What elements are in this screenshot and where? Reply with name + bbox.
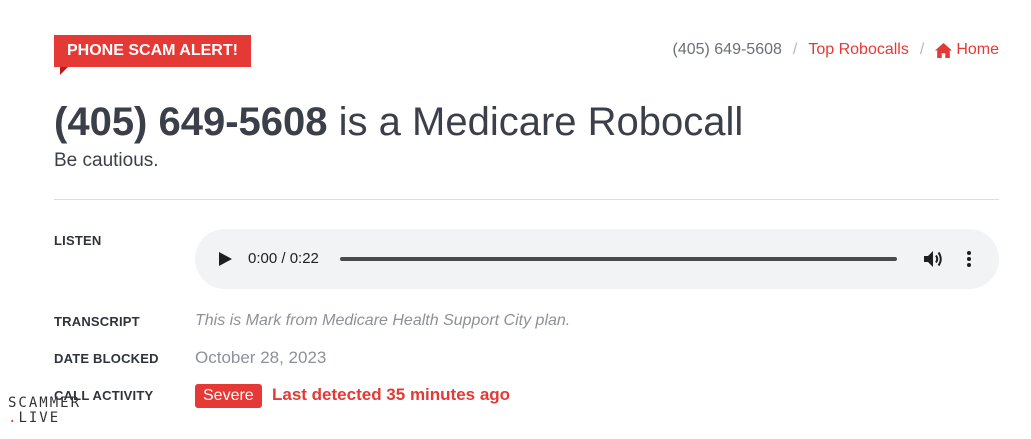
severity-badge: Severe <box>195 384 262 408</box>
breadcrumb-current: (405) 649-5608 <box>672 41 782 58</box>
last-detected-text: Last detected 35 minutes ago <box>272 385 511 404</box>
audio-player: 0:00 / 0:22 <box>195 229 999 289</box>
page-title: (405) 649-5608 is a Medicare Robocall <box>54 96 743 148</box>
home-icon <box>935 42 953 58</box>
breadcrumb-separator: / <box>919 41 925 58</box>
more-vert-icon[interactable] <box>966 250 972 268</box>
transcript-text: This is Mark from Medicare Health Suppor… <box>195 312 571 329</box>
breadcrumb-separator: / <box>792 41 798 58</box>
date-blocked-label: DATE BLOCKED <box>54 351 159 366</box>
page-subtitle: Be cautious. <box>54 150 159 171</box>
audio-time: 0:00 / 0:22 <box>248 250 319 267</box>
scam-alert-badge: PHONE SCAM ALERT! <box>54 35 251 67</box>
breadcrumb: (405) 649-5608 / Top Robocalls / Home <box>672 41 999 59</box>
scam-alert-label: PHONE SCAM ALERT! <box>67 42 238 59</box>
breadcrumb-home-label: Home <box>956 41 999 58</box>
transcript-label: TRANSCRIPT <box>54 314 140 329</box>
breadcrumb-home-link[interactable]: Home <box>935 41 999 59</box>
scammer-live-logo: SCAMMER .LIVE <box>8 396 81 426</box>
breadcrumb-top-robocalls-link[interactable]: Top Robocalls <box>808 41 909 59</box>
divider <box>54 199 999 200</box>
logo-line-2: LIVE <box>18 410 61 426</box>
play-icon[interactable] <box>219 252 232 266</box>
volume-icon[interactable] <box>924 250 944 268</box>
logo-dot: . <box>8 410 19 426</box>
title-suffix: is a Medicare Robocall <box>327 100 744 144</box>
logo-line-1: SCAMMER <box>8 395 82 411</box>
audio-progress-slider[interactable] <box>340 257 897 261</box>
scam-alert-tail <box>60 67 68 75</box>
date-blocked-value: October 28, 2023 <box>195 348 327 367</box>
listen-label: LISTEN <box>54 233 102 248</box>
phone-number: (405) 649-5608 <box>54 100 328 144</box>
